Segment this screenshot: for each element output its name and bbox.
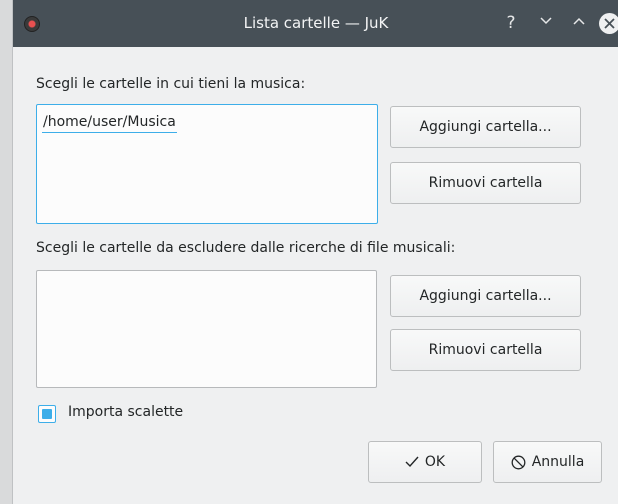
chevron-up-icon[interactable]	[568, 12, 590, 34]
ok-button-label: OK	[424, 454, 446, 470]
excluded-folders-list[interactable]	[36, 270, 377, 388]
music-folders-list[interactable]: /home/user/Musica	[36, 104, 378, 224]
add-excluded-folder-button[interactable]: Aggiungi cartella...	[390, 275, 581, 317]
cancel-button-label: Annulla	[531, 454, 585, 470]
cancel-button[interactable]: Annulla	[493, 441, 602, 483]
remove-music-folder-button[interactable]: Rimuovi cartella	[390, 162, 581, 204]
list-item[interactable]: /home/user/Musica	[42, 114, 177, 133]
import-playlists-checkbox[interactable]	[38, 405, 56, 423]
window-title: Lista cartelle — JuK	[243, 14, 389, 32]
checkbox-checked-indicator	[42, 409, 52, 419]
folder-list-dialog: Lista cartelle — JuK ? Scegli le cartell…	[12, 0, 618, 504]
ok-button[interactable]: OK	[368, 441, 482, 483]
cancel-icon	[511, 455, 526, 469]
titlebar[interactable]: Lista cartelle — JuK ?	[13, 0, 618, 47]
help-icon[interactable]: ?	[500, 12, 522, 34]
chevron-down-icon[interactable]	[535, 12, 557, 34]
excluded-folders-label: Scegli le cartelle da escludere dalle ri…	[36, 240, 456, 256]
music-folders-label: Scegli le cartelle in cui tieni la music…	[36, 76, 306, 92]
checkmark-icon	[405, 456, 419, 468]
close-icon[interactable]	[599, 13, 618, 34]
add-music-folder-button[interactable]: Aggiungi cartella...	[390, 106, 581, 148]
import-playlists-label[interactable]: Importa scalette	[68, 404, 183, 420]
remove-excluded-folder-button[interactable]: Rimuovi cartella	[390, 329, 581, 371]
